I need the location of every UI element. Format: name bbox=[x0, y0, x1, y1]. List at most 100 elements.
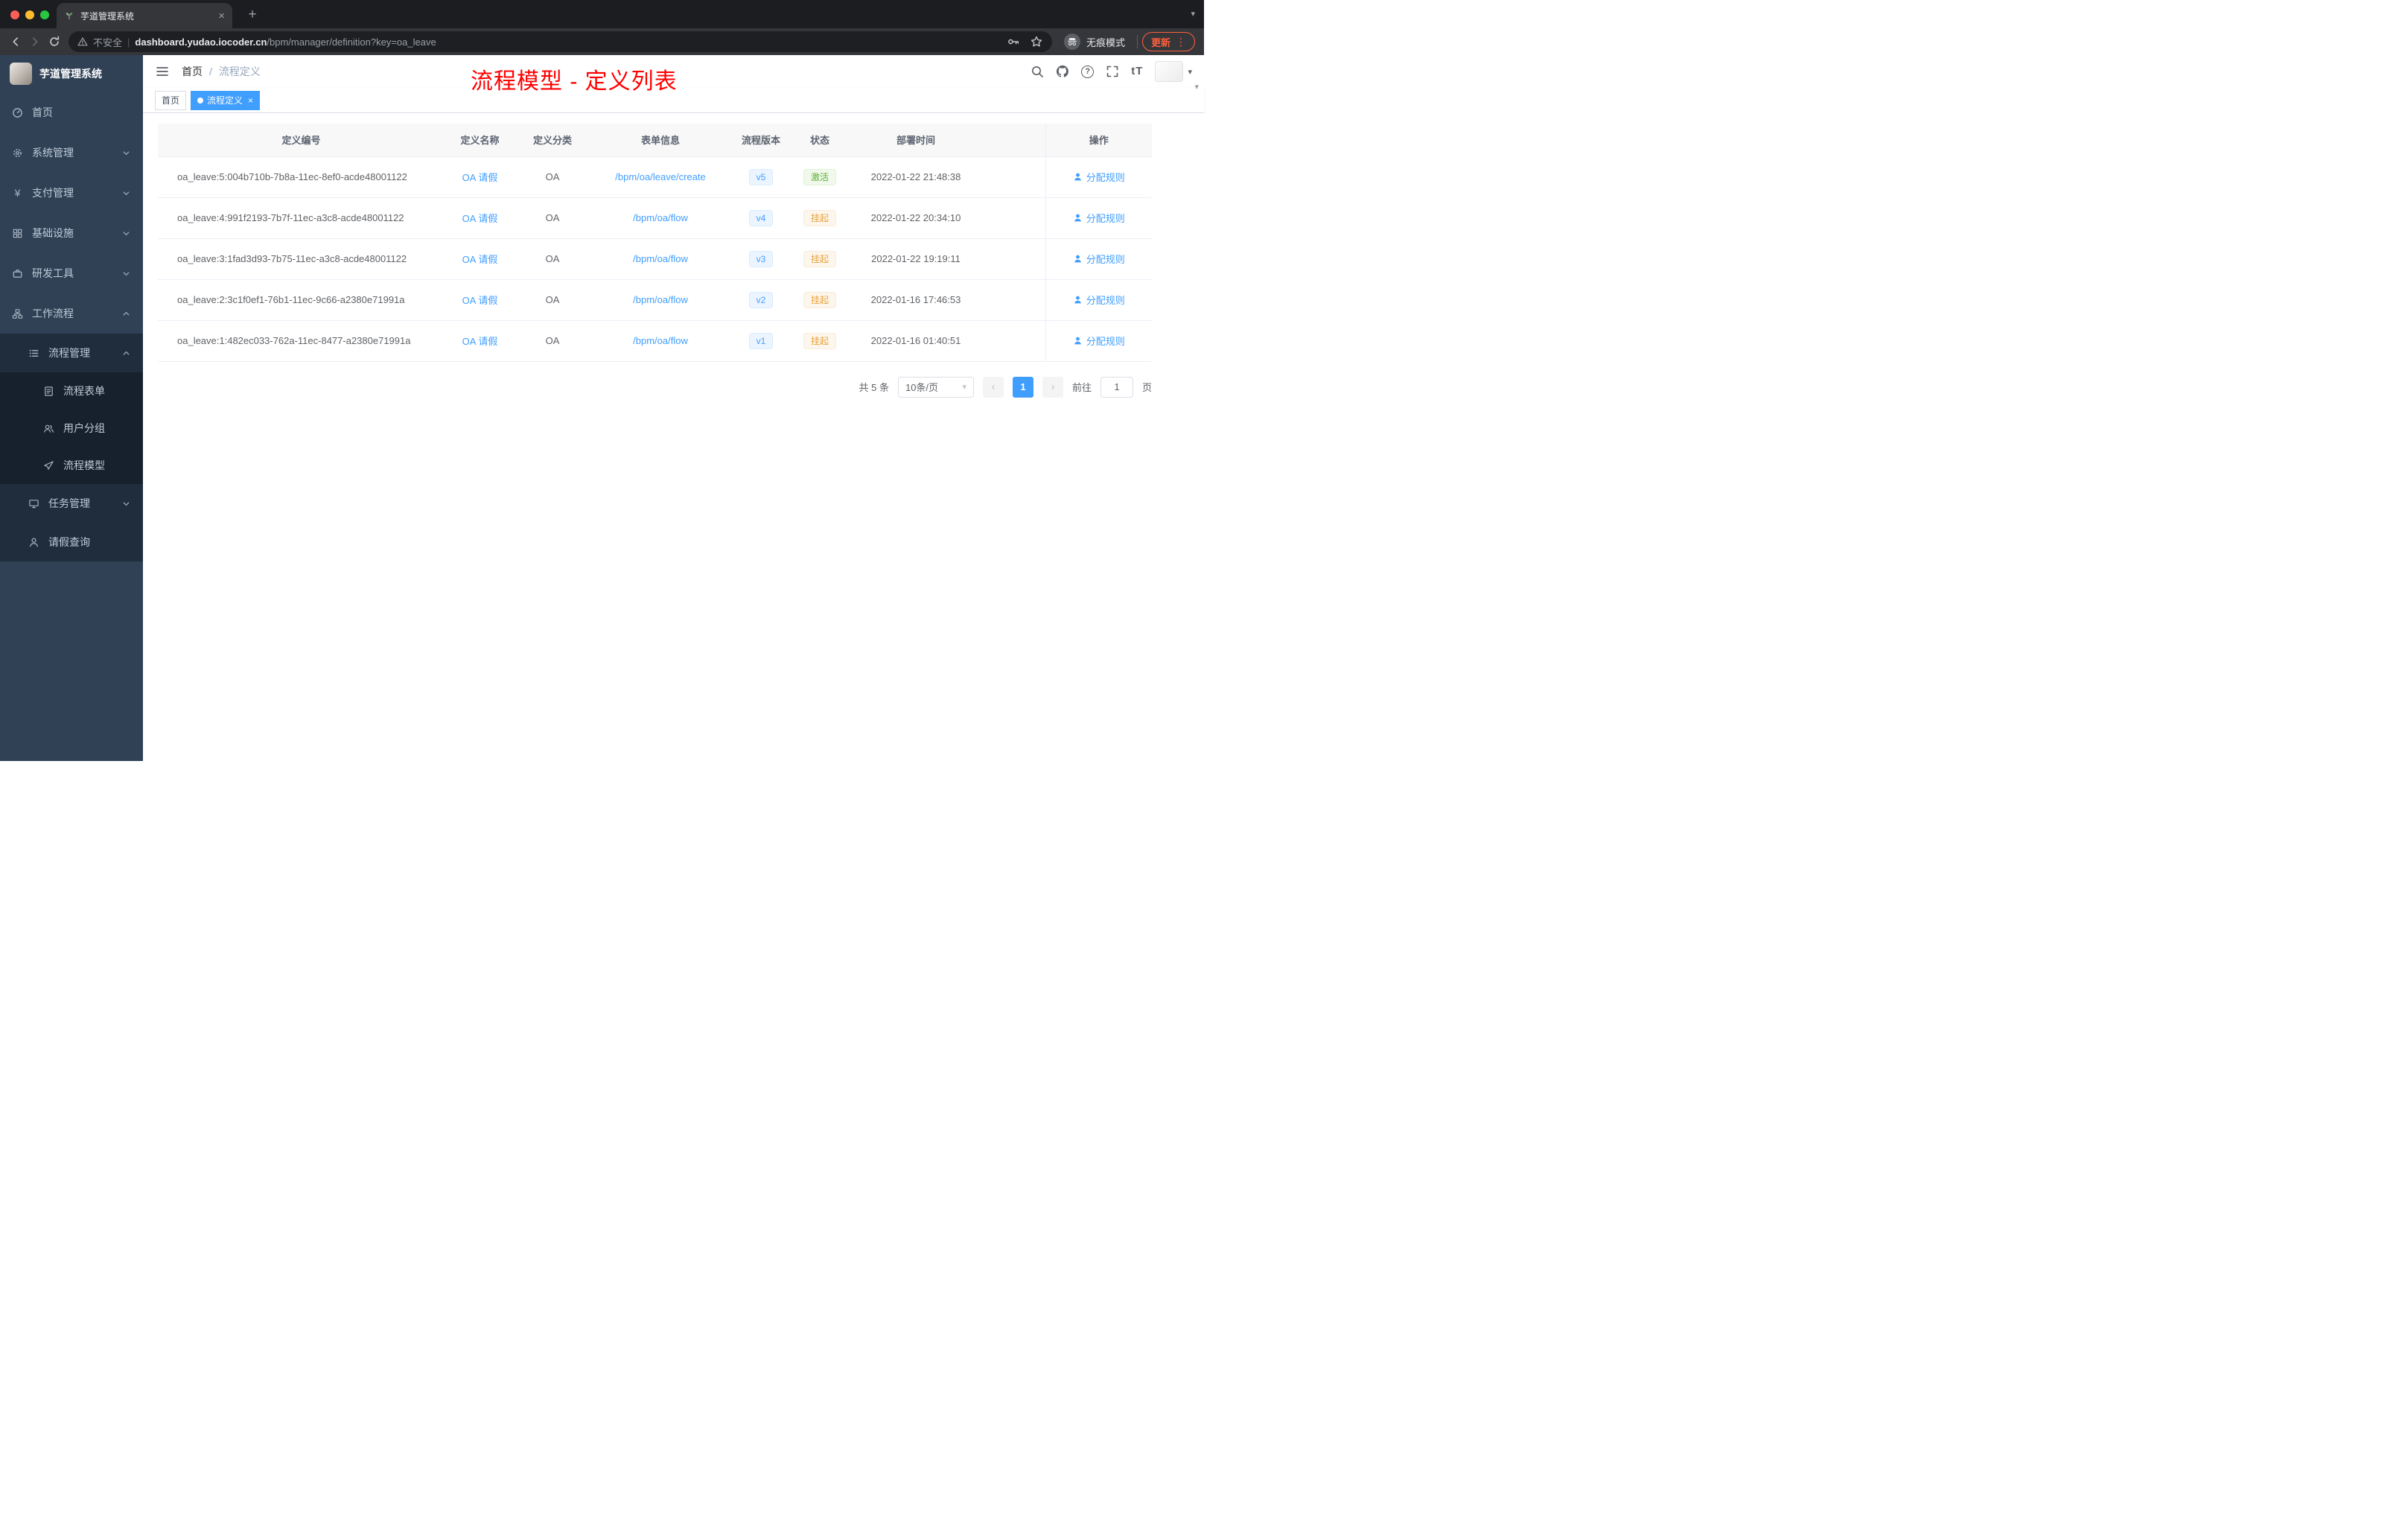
sidebar-item[interactable]: 系统管理 bbox=[0, 133, 143, 173]
current-page-button[interactable]: 1 bbox=[1012, 376, 1033, 398]
fullscreen-icon[interactable] bbox=[1106, 65, 1119, 78]
pagination: 共 5 条 10条/页 ▾ ‹ 1 › 前往 页 bbox=[158, 376, 1152, 398]
sidebar-item[interactable]: 基础设施 bbox=[0, 213, 143, 253]
assign-rule-label: 分配规则 bbox=[1086, 295, 1125, 306]
table-row: oa_leave:1:482ec033-762a-11ec-8477-a2380… bbox=[158, 320, 1152, 362]
sidebar-item[interactable]: 流程表单 bbox=[0, 372, 143, 410]
form-link[interactable]: /bpm/oa/flow bbox=[633, 294, 688, 305]
form-link[interactable]: /bpm/oa/leave/create bbox=[615, 171, 705, 182]
more-menu-icon[interactable]: ⋮ bbox=[1176, 36, 1186, 48]
minimize-window-button[interactable] bbox=[25, 10, 34, 19]
view-tag[interactable]: 流程定义 × bbox=[191, 90, 261, 110]
avatar bbox=[1155, 61, 1184, 82]
address-bar[interactable]: 不安全 | dashboard.yudao.iocoder.cn/bpm/man… bbox=[69, 31, 1052, 52]
chevron-down-icon bbox=[122, 149, 130, 157]
sidebar-item-label: 首页 bbox=[32, 106, 53, 118]
definition-name-link[interactable]: OA 请假 bbox=[462, 295, 498, 306]
goto-page-input[interactable] bbox=[1100, 376, 1133, 398]
zoom-window-button[interactable] bbox=[40, 10, 49, 19]
sidebar-item[interactable]: 请假查询 bbox=[0, 523, 143, 561]
chrome-update-button[interactable]: 更新 ⋮ bbox=[1141, 32, 1195, 51]
status-badge: 挂起 bbox=[803, 250, 836, 267]
grid-icon bbox=[12, 228, 23, 239]
browser-tab[interactable]: 芋道管理系统 × bbox=[57, 3, 232, 28]
assign-rule-button[interactable]: 分配规则 bbox=[1073, 334, 1125, 348]
forward-icon[interactable] bbox=[25, 32, 45, 51]
deploy-time: 2022-01-22 21:48:38 bbox=[870, 171, 961, 182]
form-link[interactable]: /bpm/oa/flow bbox=[633, 335, 688, 346]
assign-rule-button[interactable]: 分配规则 bbox=[1073, 293, 1125, 307]
assign-rule-button[interactable]: 分配规则 bbox=[1073, 211, 1125, 225]
search-icon[interactable] bbox=[1031, 65, 1044, 78]
definition-name-link[interactable]: OA 请假 bbox=[462, 213, 498, 224]
status-badge: 挂起 bbox=[803, 332, 836, 349]
table-row: oa_leave:3:1fad3d93-7b75-11ec-a3c8-acde4… bbox=[158, 238, 1152, 280]
sidebar-collapse-icon[interactable] bbox=[155, 64, 170, 79]
next-page-button[interactable]: › bbox=[1042, 376, 1063, 398]
view-tag[interactable]: 首页 bbox=[155, 90, 187, 110]
definition-id: oa_leave:2:3c1f0ef1-76b1-11ec-9c66-a2380… bbox=[177, 294, 405, 305]
form-link[interactable]: /bpm/oa/flow bbox=[633, 253, 688, 264]
navbar-actions: ? tT bbox=[1031, 65, 1143, 78]
column-header bbox=[983, 124, 1045, 157]
table-row: oa_leave:2:3c1f0ef1-76b1-11ec-9c66-a2380… bbox=[158, 279, 1152, 321]
user-icon bbox=[1073, 172, 1083, 182]
chevron-down-icon bbox=[122, 500, 130, 508]
sidebar-item[interactable]: 首页 bbox=[0, 92, 143, 133]
sidebar-item[interactable]: 任务管理 bbox=[0, 484, 143, 523]
column-header: 表单信息 bbox=[590, 124, 731, 157]
password-key-icon[interactable] bbox=[1007, 35, 1020, 48]
form-link[interactable]: /bpm/oa/flow bbox=[633, 212, 688, 223]
assign-rule-label: 分配规则 bbox=[1086, 254, 1125, 265]
assign-rule-button[interactable]: 分配规则 bbox=[1073, 170, 1125, 184]
browser-window: 芋道管理系统 × + ▾ 不安全 | dashboard.yudao.iocod… bbox=[0, 0, 1204, 761]
breadcrumb-current: 流程定义 bbox=[218, 66, 261, 77]
back-icon[interactable] bbox=[6, 32, 25, 51]
prev-page-button[interactable]: ‹ bbox=[982, 376, 1004, 398]
sidebar-item[interactable]: 工作流程 bbox=[0, 293, 143, 334]
sidebar-item[interactable]: 用户分组 bbox=[0, 410, 143, 447]
assign-rule-label: 分配规则 bbox=[1086, 336, 1125, 347]
tag-active-dot bbox=[197, 97, 204, 104]
table-header-row: 定义编号 定义名称 定义分类 表单信息 流程版本 状态 部署时间 操作 bbox=[158, 124, 1152, 157]
breadcrumb-home[interactable]: 首页 bbox=[182, 64, 203, 79]
bookmark-star-icon[interactable] bbox=[1030, 35, 1043, 48]
close-window-button[interactable] bbox=[10, 10, 19, 19]
deploy-time: 2022-01-16 17:46:53 bbox=[870, 294, 961, 305]
sidebar-item[interactable]: 流程模型 bbox=[0, 447, 143, 484]
column-header: 操作 bbox=[1045, 124, 1152, 157]
font-size-icon[interactable]: tT bbox=[1131, 65, 1143, 78]
sidebar-item-label: 任务管理 bbox=[48, 497, 90, 509]
assign-rule-button[interactable]: 分配规则 bbox=[1073, 252, 1125, 266]
page-size-select[interactable]: 10条/页 ▾ bbox=[897, 376, 974, 398]
definition-name-link[interactable]: OA 请假 bbox=[462, 172, 498, 183]
sidebar: 芋道管理系统 首页系统管理 ¥ 支付管理 基础设施 研发工具 工作流程 流程管理 流程表单 用户… bbox=[0, 55, 143, 761]
definition-id: oa_leave:1:482ec033-762a-11ec-8477-a2380… bbox=[177, 335, 411, 346]
version-badge: v5 bbox=[748, 168, 774, 185]
chevron-down-icon bbox=[122, 229, 130, 238]
deploy-time: 2022-01-16 01:40:51 bbox=[870, 335, 961, 346]
sidebar-item[interactable]: 流程管理 bbox=[0, 334, 143, 372]
tab-close-icon[interactable]: × bbox=[218, 10, 225, 22]
table-row: oa_leave:4:991f2193-7b7f-11ec-a3c8-acde4… bbox=[158, 197, 1152, 239]
not-secure-warning-icon bbox=[77, 36, 88, 47]
github-icon[interactable] bbox=[1056, 65, 1069, 78]
tab-search-caret-icon[interactable]: ▾ bbox=[1191, 9, 1195, 19]
sidebar-logo[interactable]: 芋道管理系统 bbox=[0, 55, 143, 92]
toolbar-separator bbox=[1136, 35, 1138, 48]
tag-close-icon[interactable]: × bbox=[248, 96, 253, 105]
incognito-badge: 无痕模式 bbox=[1057, 34, 1133, 50]
user-avatar-menu[interactable]: ▾ bbox=[1155, 61, 1192, 82]
person-icon bbox=[28, 537, 39, 548]
definition-name-link[interactable]: OA 请假 bbox=[462, 254, 498, 265]
new-tab-button[interactable]: + bbox=[243, 5, 262, 25]
definition-name-link[interactable]: OA 请假 bbox=[462, 336, 498, 347]
update-label: 更新 bbox=[1150, 36, 1170, 48]
question-icon[interactable]: ? bbox=[1081, 65, 1095, 78]
sidebar-item[interactable]: 研发工具 bbox=[0, 253, 143, 293]
deploy-time: 2022-01-22 20:34:10 bbox=[870, 212, 961, 223]
reload-icon[interactable] bbox=[45, 32, 64, 51]
browser-toolbar: 不安全 | dashboard.yudao.iocoder.cn/bpm/man… bbox=[0, 28, 1204, 55]
chevron-down-icon bbox=[122, 310, 130, 318]
sidebar-item[interactable]: ¥ 支付管理 bbox=[0, 173, 143, 213]
